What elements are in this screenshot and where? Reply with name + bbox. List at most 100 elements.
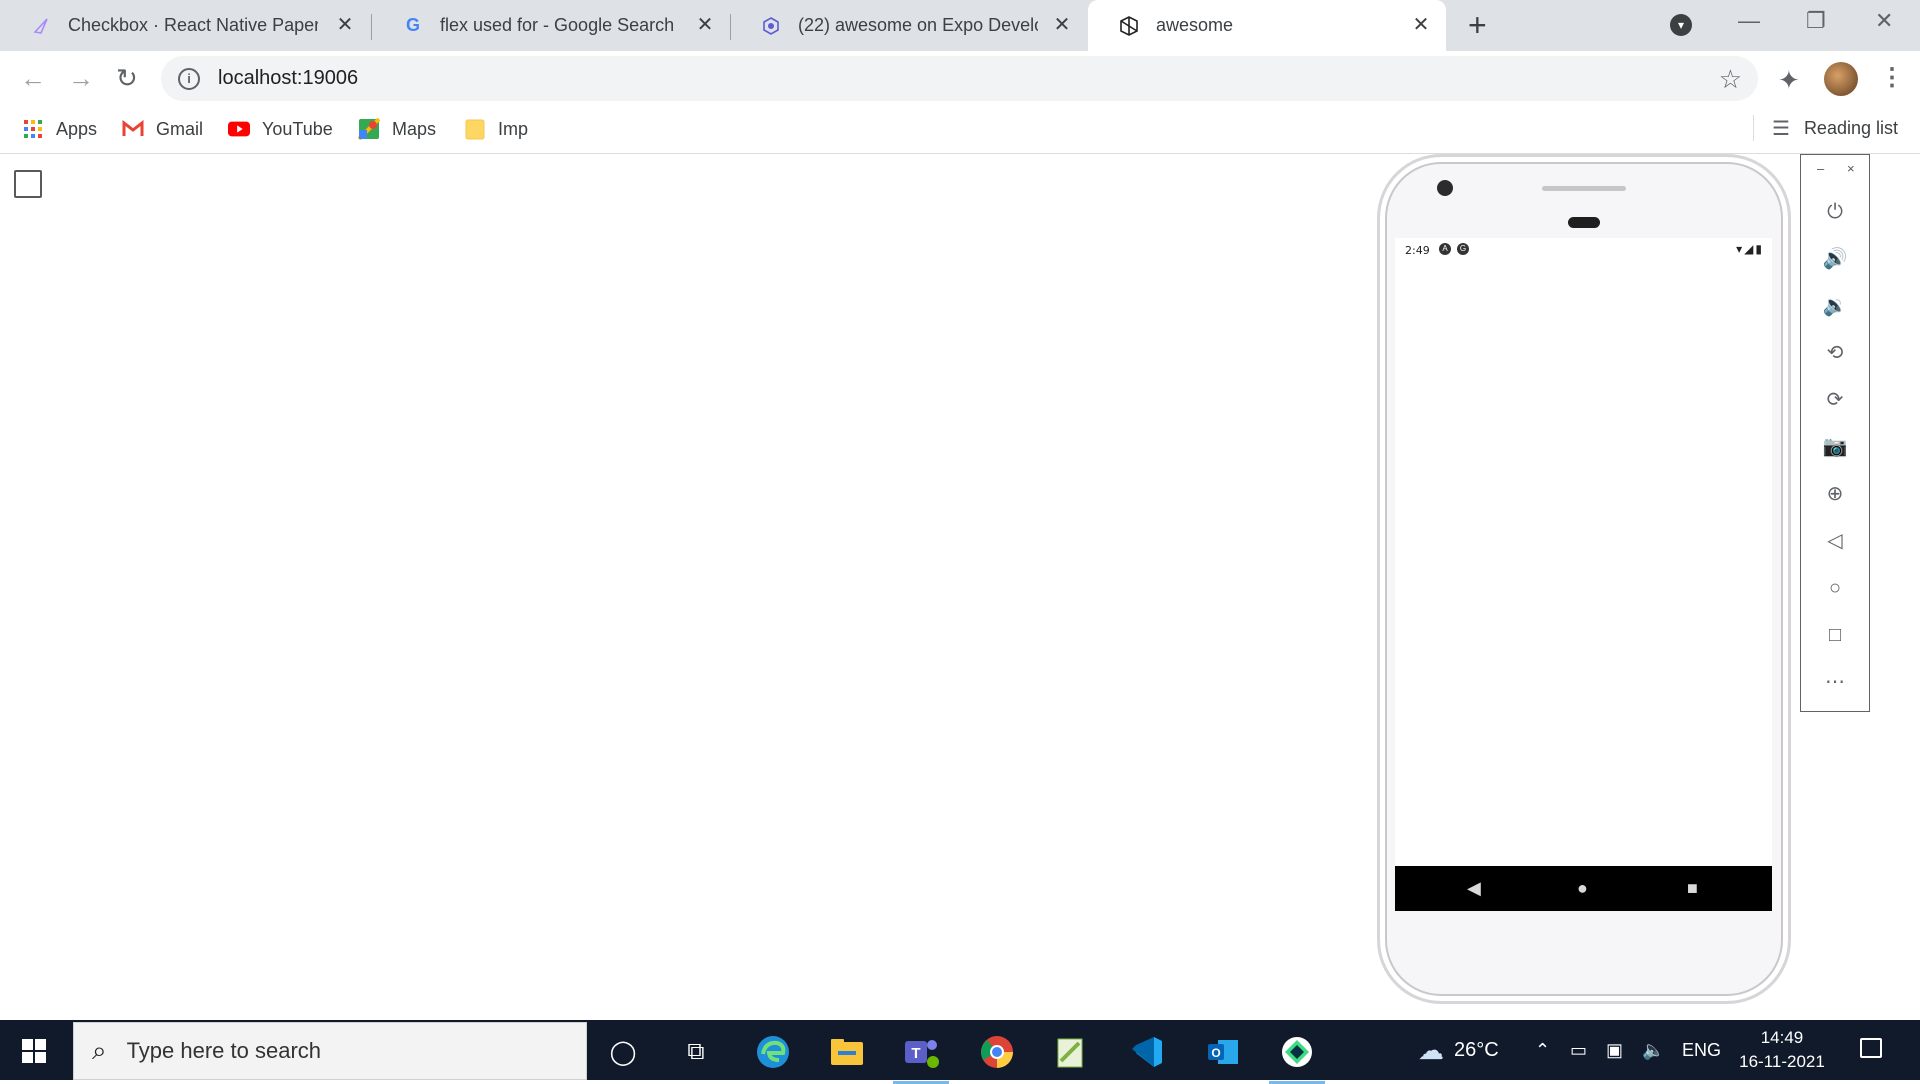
tab-strip: Checkbox · React Native Paper ✕ G flex u… [0, 0, 1920, 51]
reload-button[interactable]: ↻ [116, 63, 138, 93]
chrome-icon[interactable] [977, 1032, 1017, 1072]
close-tab-icon[interactable]: ✕ [1410, 14, 1432, 36]
awesome-app-icon [1118, 15, 1140, 37]
cortana-icon[interactable]: ◯ [603, 1032, 643, 1072]
task-view-icon[interactable]: ⧉ [676, 1032, 716, 1072]
weather-temp: 26°C [1454, 1038, 1499, 1061]
volume-up-icon[interactable]: 🔊 [1801, 247, 1869, 271]
windows-start-icon[interactable] [22, 1039, 46, 1063]
status-time: 2:49 [1405, 244, 1430, 257]
vscode-icon[interactable] [1127, 1032, 1167, 1072]
panel-minimize-button[interactable]: – [1817, 161, 1824, 176]
cloud-icon: ☁ [1418, 1034, 1444, 1065]
extensions-puzzle-icon[interactable]: ✦ [1778, 65, 1800, 96]
expo-icon [760, 15, 782, 37]
notepad-plus-icon[interactable] [1051, 1032, 1091, 1072]
back-button[interactable]: ← [20, 63, 46, 93]
volume-icon[interactable]: 🔈 [1642, 1020, 1664, 1080]
url-text[interactable]: localhost:19006 [218, 67, 358, 90]
overview-square-icon[interactable]: □ [1801, 623, 1869, 647]
tab-title: Checkbox · React Native Paper [68, 15, 318, 35]
taskbar-clock[interactable]: 14:49 16-11-2021 [1732, 1026, 1832, 1074]
svg-text:T: T [911, 1045, 920, 1062]
clock-time: 14:49 [1760, 1028, 1804, 1047]
close-tab-icon[interactable]: ✕ [334, 14, 356, 36]
android-back-icon[interactable]: ◀ [1467, 877, 1481, 899]
maps-icon [358, 118, 380, 140]
tab-expo-developer[interactable]: (22) awesome on Expo Developer ✕ [730, 0, 1087, 51]
android-recents-icon[interactable]: ■ [1687, 877, 1698, 899]
emulator-screen[interactable]: 2:49 A G ▾◢▮ ◀ ● ■ [1395, 238, 1772, 911]
bookmark-apps[interactable]: Apps [22, 115, 97, 143]
chrome-menu-icon[interactable]: ⋮ [1880, 63, 1904, 93]
weather-widget[interactable]: ☁ 26°C [1418, 1020, 1499, 1080]
close-window-button[interactable]: ✕ [1875, 8, 1893, 34]
react-native-paper-icon [30, 15, 52, 37]
new-tab-button[interactable]: + [1468, 9, 1487, 41]
tab-react-native-paper[interactable]: Checkbox · React Native Paper ✕ [0, 0, 370, 51]
bookmark-imp[interactable]: Imp [464, 115, 528, 143]
back-triangle-icon[interactable]: ◁ [1801, 529, 1869, 553]
zoom-icon[interactable]: ⊕ [1801, 482, 1869, 506]
emulator-control-panel: – × ⏻ 🔊 🔉 ⟲ ⟳ 📷 ⊕ ◁ ○ □ ⋯ [1800, 154, 1870, 712]
taskbar-search-box[interactable]: ⌕ Type here to search [73, 1022, 587, 1080]
bookmark-maps[interactable]: Maps [358, 115, 436, 143]
tab-search-icon[interactable]: ▾ [1670, 14, 1692, 36]
file-explorer-icon[interactable] [827, 1032, 867, 1072]
gmail-icon [122, 118, 144, 140]
checkbox[interactable] [14, 170, 42, 198]
profile-avatar[interactable] [1824, 62, 1858, 96]
search-icon: ⌕ [92, 1035, 107, 1065]
clock-date: 16-11-2021 [1739, 1052, 1825, 1071]
reading-list-icon: ☰ [1772, 117, 1790, 140]
bookmark-star-icon[interactable]: ☆ [1719, 64, 1742, 95]
status-signal-battery-icons: ▾◢▮ [1736, 242, 1764, 256]
battery-icon[interactable]: ▭ [1570, 1020, 1587, 1080]
forward-button[interactable]: → [68, 63, 94, 93]
tab-awesome[interactable]: awesome ✕ [1088, 0, 1446, 51]
more-options-icon[interactable]: ⋯ [1801, 670, 1869, 694]
close-tab-icon[interactable]: ✕ [694, 14, 716, 36]
minimize-button[interactable]: — [1738, 8, 1760, 34]
phone-sensor [1568, 217, 1600, 228]
home-circle-icon[interactable]: ○ [1801, 576, 1869, 600]
bookmarks-divider [1753, 115, 1754, 141]
google-icon: G [405, 15, 420, 35]
reading-list-label: Reading list [1803, 117, 1898, 138]
edge-icon[interactable] [753, 1032, 793, 1072]
camera-icon[interactable]: 📷 [1801, 435, 1869, 459]
outlook-icon[interactable]: O [1203, 1032, 1243, 1072]
android-emulator-icon[interactable] [1269, 1032, 1325, 1084]
close-tab-icon[interactable]: ✕ [1051, 14, 1073, 36]
language-indicator[interactable]: ENG [1682, 1020, 1721, 1080]
volume-down-icon[interactable]: 🔉 [1801, 294, 1869, 318]
tab-title: (22) awesome on Expo Developer [798, 15, 1038, 35]
bookmark-label: Apps [56, 118, 98, 139]
windows-taskbar: ⌕ Type here to search ◯ ⧉ T O ☁ 26°C ⌃ ▭… [0, 1020, 1920, 1084]
bookmark-gmail[interactable]: Gmail [122, 115, 203, 143]
teams-icon[interactable]: T [893, 1032, 949, 1084]
bookmark-label: YouTube [262, 118, 333, 139]
address-bar[interactable]: i localhost:19006 ☆ [161, 56, 1758, 101]
bookmark-label: Imp [498, 118, 529, 139]
site-info-icon[interactable]: i [178, 67, 200, 90]
tray-overflow-icon[interactable]: ⌃ [1535, 1020, 1550, 1080]
notification-center-icon[interactable] [1860, 1038, 1882, 1058]
power-icon[interactable]: ⏻ [1801, 200, 1869, 224]
rotate-right-icon[interactable]: ⟳ [1801, 388, 1869, 412]
bookmarks-bar: Apps Gmail YouTube Maps Imp ☰ Reading li… [0, 107, 1920, 154]
android-home-icon[interactable]: ● [1577, 877, 1588, 899]
rotate-left-icon[interactable]: ⟲ [1801, 341, 1869, 365]
bookmark-label: Maps [392, 118, 437, 139]
bookmark-youtube[interactable]: YouTube [228, 115, 333, 143]
network-icon[interactable]: ▣ [1606, 1020, 1623, 1080]
panel-close-button[interactable]: × [1847, 161, 1855, 176]
restore-button[interactable]: ❐ [1806, 8, 1826, 34]
tab-google-search[interactable]: G flex used for - Google Search ✕ [372, 0, 730, 51]
phone-speaker [1542, 186, 1626, 191]
browser-toolbar: ← → ↻ i localhost:19006 ☆ ✦ ⋮ [0, 51, 1920, 107]
tab-title: flex used for - Google Search [440, 15, 675, 35]
notification-g-icon: G [1457, 243, 1469, 255]
apps-grid-icon [22, 118, 44, 140]
reading-list-button[interactable]: ☰ Reading list [1753, 115, 1898, 141]
